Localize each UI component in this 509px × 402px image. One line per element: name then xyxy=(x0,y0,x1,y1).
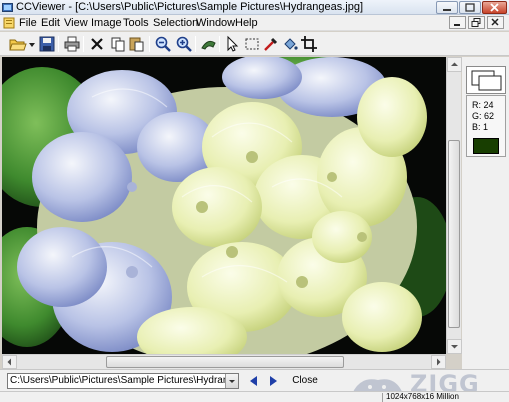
menu-window[interactable]: Window xyxy=(196,17,235,29)
chevron-up-icon xyxy=(451,62,458,66)
path-combobox[interactable]: C:\Users\Public\Pictures\Sample Pictures… xyxy=(7,373,239,389)
close-icon xyxy=(491,18,499,26)
horizontal-scroll-thumb[interactable] xyxy=(106,356,344,368)
mdi-close-button[interactable] xyxy=(487,16,504,29)
rotate-icon xyxy=(201,40,216,50)
scroll-right-button[interactable] xyxy=(431,355,446,369)
path-bar: C:\Users\Public\Pictures\Sample Pictures… xyxy=(0,369,509,398)
vertical-scrollbar[interactable] xyxy=(446,57,462,354)
zoom-in-icon xyxy=(176,36,192,52)
zoom-out-button[interactable] xyxy=(154,35,172,53)
copy-button[interactable] xyxy=(109,35,127,53)
arrow-pointer-icon xyxy=(227,35,239,52)
mdi-restore-button[interactable] xyxy=(468,16,485,29)
open-folder-button[interactable] xyxy=(9,35,27,53)
green-value: G: 62 xyxy=(472,111,495,121)
pointer-tool-button[interactable] xyxy=(224,35,242,53)
paint-bucket-icon xyxy=(284,38,298,50)
save-icon xyxy=(39,36,55,52)
chevron-down-icon xyxy=(229,380,235,383)
window-title: CCViewer - [C:\Users\Public\Pictures\Sam… xyxy=(16,1,364,13)
image-viewport[interactable] xyxy=(2,57,446,354)
eyedropper-button[interactable] xyxy=(262,35,280,53)
paste-icon xyxy=(129,37,144,52)
maximize-icon xyxy=(465,3,475,12)
close-icon xyxy=(490,3,499,12)
minimize-icon xyxy=(454,24,460,26)
menu-help[interactable]: Help xyxy=(235,17,258,29)
toolbar-separator xyxy=(219,36,220,52)
delete-x-icon xyxy=(91,38,103,50)
fill-button[interactable] xyxy=(281,35,299,53)
menu-view[interactable]: View xyxy=(64,17,88,29)
crop-button[interactable] xyxy=(300,35,318,53)
chevron-down-icon xyxy=(451,345,458,349)
menu-tools[interactable]: Tools xyxy=(123,17,149,29)
minimize-button[interactable] xyxy=(436,1,458,14)
status-bar: 1024x768x16 Million xyxy=(0,391,509,402)
printer-icon xyxy=(64,36,80,52)
mdi-window-controls xyxy=(449,16,507,30)
color-swatch xyxy=(473,138,499,154)
restore-icon xyxy=(471,18,481,27)
horizontal-scrollbar[interactable] xyxy=(2,354,446,369)
image-info: 1024x768x16 Million xyxy=(386,392,459,401)
color-readout: R: 24 G: 62 B: 1 xyxy=(466,95,506,157)
side-panel: R: 24 G: 62 B: 1 xyxy=(462,57,509,369)
path-dropdown-button[interactable] xyxy=(225,374,238,388)
toolbar-separator xyxy=(195,36,196,52)
navigator-thumbnail[interactable] xyxy=(466,66,506,94)
chevron-down-icon[interactable] xyxy=(29,43,35,47)
scroll-up-button[interactable] xyxy=(447,57,462,72)
scroll-left-button[interactable] xyxy=(2,355,17,369)
menu-image[interactable]: Image xyxy=(91,17,122,29)
menu-file[interactable]: File xyxy=(19,17,37,29)
save-button[interactable] xyxy=(38,35,56,53)
delete-button[interactable] xyxy=(88,35,106,53)
zoom-in-button[interactable] xyxy=(175,35,193,53)
open-folder-icon xyxy=(9,39,27,51)
rectangle-select-icon xyxy=(245,38,259,50)
close-window-button[interactable] xyxy=(482,1,507,14)
next-image-icon[interactable] xyxy=(267,375,279,387)
document-menu-icon[interactable] xyxy=(3,17,15,29)
title-bar: CCViewer - [C:\Users\Public\Pictures\Sam… xyxy=(0,0,509,15)
close-image-button[interactable]: Close xyxy=(285,372,325,389)
toolbar-separator xyxy=(83,36,84,52)
previous-image-icon[interactable] xyxy=(248,375,260,387)
minimize-icon xyxy=(443,9,451,11)
toolbar xyxy=(0,32,509,56)
chevron-right-icon xyxy=(437,358,441,366)
rect-select-button[interactable] xyxy=(243,35,261,53)
crop-icon xyxy=(301,36,317,52)
menu-bar: File Edit View Image Tools Selection Win… xyxy=(0,15,509,31)
scroll-down-button[interactable] xyxy=(447,339,462,354)
toolbar-separator xyxy=(58,36,59,52)
menu-selection[interactable]: Selection xyxy=(153,17,198,29)
chevron-left-icon xyxy=(7,358,11,366)
navigator-frame-icon xyxy=(471,70,502,91)
copy-icon xyxy=(111,37,125,52)
vertical-scroll-thumb[interactable] xyxy=(448,140,460,328)
zoom-out-icon xyxy=(155,36,171,52)
mdi-minimize-button[interactable] xyxy=(449,16,466,29)
rotate-button[interactable] xyxy=(199,35,217,53)
print-button[interactable] xyxy=(63,35,81,53)
paste-button[interactable] xyxy=(128,35,146,53)
maximize-button[interactable] xyxy=(459,1,481,14)
toolbar-separator xyxy=(149,36,150,52)
path-value: C:\Users\Public\Pictures\Sample Pictures… xyxy=(10,375,239,386)
eyedropper-icon xyxy=(264,37,278,51)
status-separator xyxy=(382,393,383,402)
app-icon xyxy=(2,3,13,12)
menu-edit[interactable]: Edit xyxy=(41,17,60,29)
hydrangeas-photo xyxy=(2,57,446,354)
red-value: R: 24 xyxy=(472,100,494,110)
blue-value: B: 1 xyxy=(472,122,489,132)
